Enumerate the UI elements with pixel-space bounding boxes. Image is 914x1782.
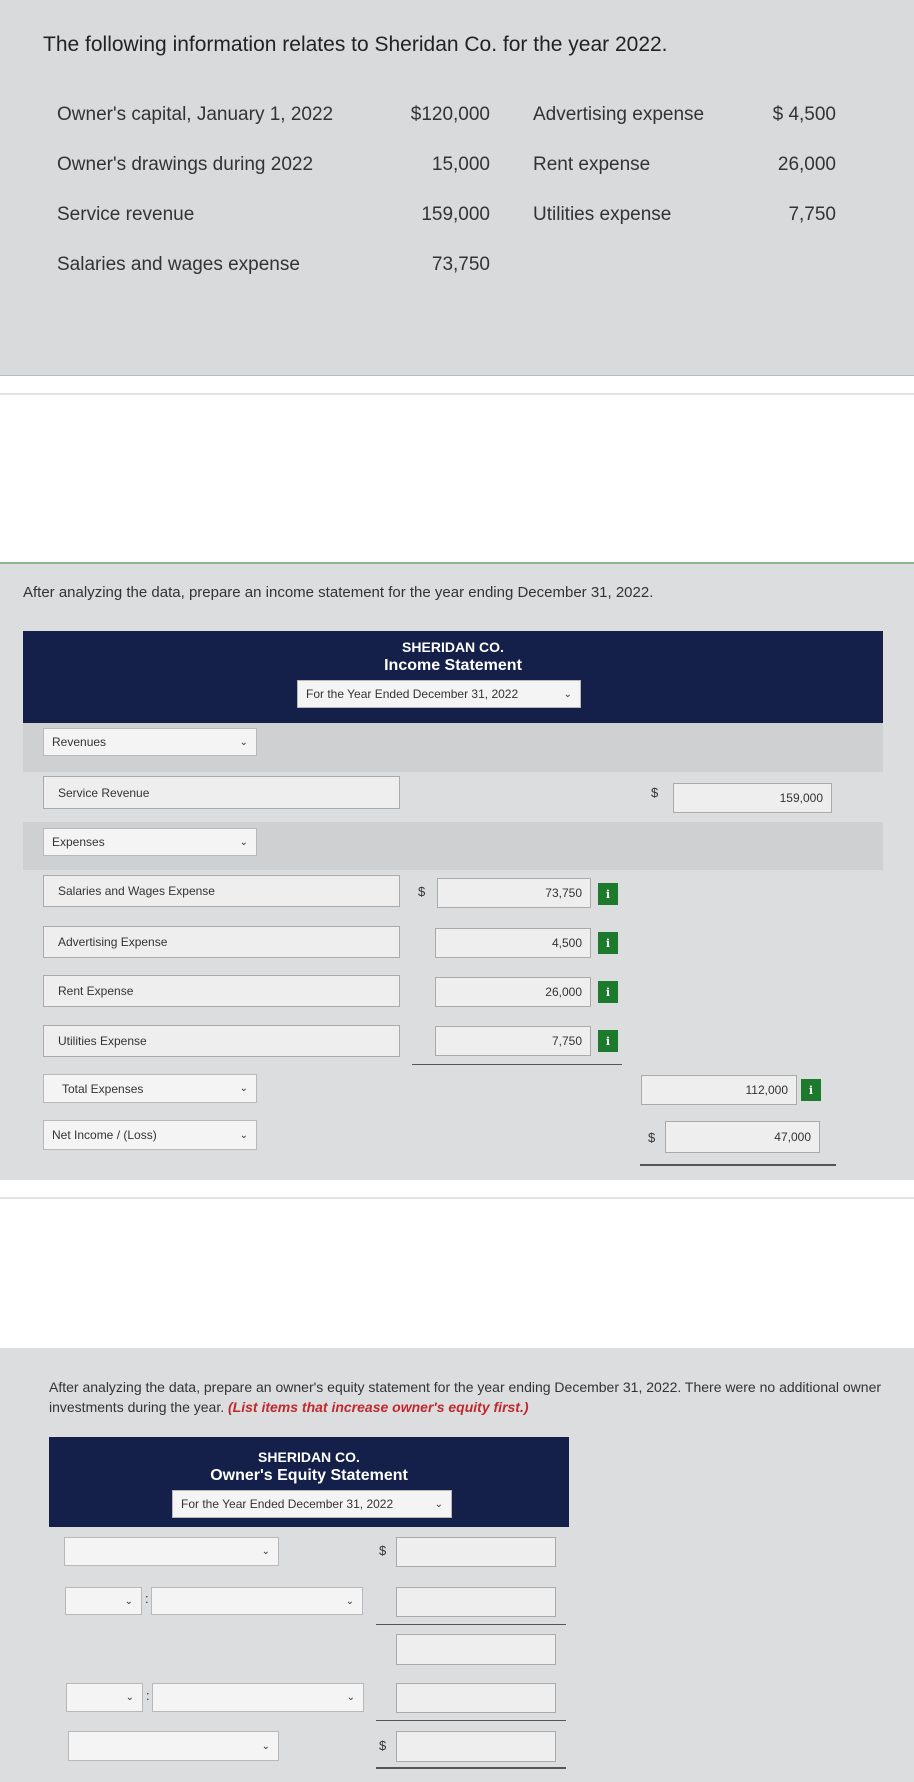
chevron-down-icon: ⌄: [239, 736, 248, 748]
double-underline: [376, 1767, 566, 1769]
chevron-down-icon: ⌄: [239, 1083, 248, 1094]
chevron-down-icon: ⌄: [261, 1546, 270, 1557]
given-label: Owner's capital, January 1, 2022: [57, 104, 334, 125]
company-name: SHERIDAN CO.: [402, 639, 504, 655]
given-value: 7,750: [788, 204, 836, 225]
given-value: $ 4,500: [772, 104, 836, 125]
period-text: For the Year Ended December 31, 2022: [306, 687, 519, 701]
given-value: 26,000: [777, 154, 836, 175]
equity-account-select[interactable]: ⌄: [64, 1537, 279, 1566]
chevron-down-icon: ⌄: [346, 1692, 355, 1703]
given-label: Utilities expense: [533, 204, 672, 225]
info-icon[interactable]: i: [598, 883, 618, 905]
dollar-sign: $: [648, 1130, 656, 1145]
net-income-select[interactable]: Net Income / (Loss) ⌄: [43, 1120, 257, 1150]
chevron-down-icon: ⌄: [261, 1740, 270, 1752]
equity-instruction: After analyzing the data, prepare an own…: [49, 1377, 889, 1417]
expense-amount[interactable]: 73,750: [437, 878, 591, 908]
given-value: 73,750: [431, 254, 490, 275]
company-name: SHERIDAN CO.: [258, 1449, 360, 1465]
select-text: Expenses: [52, 835, 105, 849]
total-expenses-amount[interactable]: 112,000: [641, 1075, 797, 1105]
underline: [376, 1624, 566, 1625]
chevron-down-icon: ⌄: [124, 1595, 133, 1607]
chevron-down-icon: ⌄: [345, 1595, 354, 1607]
given-value: 159,000: [421, 204, 490, 225]
service-revenue-account[interactable]: Service Revenue: [43, 776, 400, 809]
equity-account-select[interactable]: ⌄: [152, 1683, 364, 1712]
chevron-down-icon: ⌄: [563, 688, 572, 700]
income-instruction: After analyzing the data, prepare an inc…: [23, 584, 654, 601]
info-icon[interactable]: i: [598, 932, 618, 954]
statement-title: Owner's Equity Statement: [210, 1467, 408, 1484]
double-underline: [640, 1164, 836, 1166]
divider: [0, 1197, 914, 1199]
net-income-amount[interactable]: 47,000: [665, 1121, 820, 1153]
given-title: The following information relates to She…: [43, 33, 668, 56]
dollar-sign: $: [418, 884, 426, 899]
expense-amount[interactable]: 26,000: [435, 977, 591, 1007]
total-expenses-select[interactable]: Total Expenses ⌄: [43, 1074, 257, 1103]
chevron-down-icon: ⌄: [434, 1498, 443, 1510]
chevron-down-icon: ⌄: [125, 1692, 134, 1703]
underline: [376, 1720, 566, 1721]
divider: [0, 393, 914, 395]
info-icon[interactable]: i: [598, 1030, 618, 1052]
select-text: Total Expenses: [62, 1081, 144, 1096]
equity-amount-input[interactable]: [396, 1587, 556, 1617]
dollar-sign: $: [379, 1738, 387, 1753]
income-period-select[interactable]: For the Year Ended December 31, 2022 ⌄: [297, 680, 581, 708]
info-icon[interactable]: i: [598, 981, 618, 1003]
given-information-panel: The following information relates to She…: [0, 0, 914, 376]
colon: :: [145, 1591, 149, 1606]
expense-account[interactable]: Salaries and Wages Expense: [43, 875, 400, 907]
equity-sub-select[interactable]: ⌄: [66, 1683, 143, 1712]
expenses-select[interactable]: Expenses ⌄: [43, 828, 257, 856]
equity-amount-input[interactable]: [396, 1634, 556, 1665]
dollar-sign: $: [379, 1543, 387, 1558]
expense-account[interactable]: Rent Expense: [43, 975, 400, 1007]
period-text: For the Year Ended December 31, 2022: [181, 1497, 394, 1511]
equity-sub-select[interactable]: ⌄: [65, 1587, 142, 1615]
given-label: Advertising expense: [533, 104, 705, 125]
expense-account[interactable]: Utilities Expense: [43, 1025, 400, 1057]
instruction-note: (List items that increase owner's equity…: [228, 1399, 529, 1415]
equity-amount-input[interactable]: [396, 1683, 556, 1713]
underline: [412, 1064, 622, 1065]
expense-amount[interactable]: 4,500: [435, 928, 591, 958]
given-label: Service revenue: [57, 204, 195, 225]
equity-ending-amount[interactable]: [396, 1731, 556, 1762]
given-label: Salaries and wages expense: [57, 254, 300, 275]
income-header: SHERIDAN CO. Income Statement: [23, 631, 883, 723]
select-text: Net Income / (Loss): [52, 1128, 157, 1142]
colon: :: [146, 1688, 150, 1703]
chevron-down-icon: ⌄: [239, 1129, 248, 1141]
equity-period-select[interactable]: For the Year Ended December 31, 2022 ⌄: [172, 1490, 452, 1518]
revenues-select[interactable]: Revenues ⌄: [43, 728, 257, 756]
service-revenue-amount[interactable]: 159,000: [673, 783, 832, 813]
expense-amount[interactable]: 7,750: [435, 1026, 591, 1056]
equity-account-select[interactable]: ⌄: [151, 1587, 363, 1615]
statement-title: Income Statement: [384, 657, 522, 674]
expense-account[interactable]: Advertising Expense: [43, 926, 400, 958]
given-label: Owner's drawings during 2022: [57, 154, 314, 175]
info-icon[interactable]: i: [801, 1079, 821, 1101]
dollar-sign: $: [651, 785, 659, 800]
chevron-down-icon: ⌄: [239, 836, 248, 848]
given-value: $120,000: [410, 104, 490, 125]
equity-ending-select[interactable]: ⌄: [68, 1731, 279, 1761]
given-value: 15,000: [431, 154, 490, 175]
given-label: Rent expense: [533, 154, 651, 175]
select-text: Revenues: [52, 735, 107, 749]
equity-amount-input[interactable]: [396, 1537, 556, 1567]
